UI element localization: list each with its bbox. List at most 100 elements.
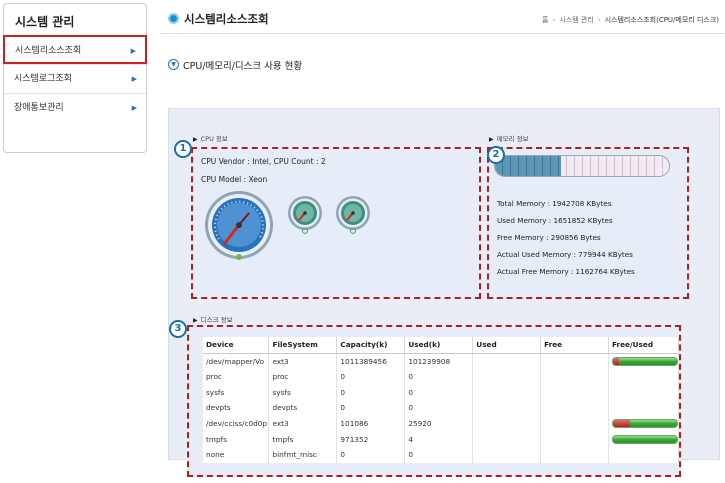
memory-actual-used-text: Actual Used Memory : 779944 KBytes <box>497 250 633 259</box>
disk-device-cell: tmpfs <box>203 431 270 448</box>
sidebar: 시스템 관리 시스템리소스조회 ▶ 시스템로그조회 ▶ 장애통보관리 ▶ <box>3 3 147 153</box>
disk-used-cell <box>472 400 542 416</box>
disk-filesystem-cell: proc <box>268 368 338 385</box>
disk-free-used-cell <box>608 353 680 369</box>
table-row: /dev/cciss/c0d0p ext3 101086 25920 <box>203 415 680 432</box>
disk-free-used-cell <box>608 431 680 448</box>
disk-used-cell <box>472 368 542 385</box>
free-used-bar <box>611 434 678 444</box>
disk-device-cell: sysfs <box>203 384 270 401</box>
column-header-device: Device <box>203 337 270 354</box>
disk-free-cell <box>540 384 609 401</box>
memory-usage-bar <box>494 155 670 177</box>
free-used-bar-used <box>612 420 630 428</box>
disk-used-k-cell: 0 <box>404 368 474 385</box>
disk-free-cell <box>540 431 609 448</box>
memory-badge: 2 <box>487 146 505 164</box>
disk-free-used-cell <box>608 368 680 385</box>
column-header-free-used: Free/Used <box>608 337 680 354</box>
free-used-bar <box>611 419 678 429</box>
disk-free-cell <box>540 353 609 369</box>
disk-free-used-cell <box>608 447 680 463</box>
memory-free-text: Free Memory : 290856 Bytes <box>497 233 601 242</box>
disk-filesystem-cell: ext3 <box>268 415 338 432</box>
disk-device-cell: none <box>203 447 270 463</box>
section-title: CPU/메모리/디스크 사용 현황 <box>183 61 303 72</box>
free-used-bar <box>611 356 678 366</box>
disk-filesystem-cell: binfmt_misc <box>268 447 338 463</box>
free-used-bar-used <box>612 357 620 365</box>
memory-actual-free-text: Actual Free Memory : 1162764 KBytes <box>497 267 635 276</box>
disk-free-cell <box>540 400 609 416</box>
disk-used-k-cell: 0 <box>404 447 474 463</box>
disk-capacity-cell: 971352 <box>336 431 406 448</box>
disk-capacity-cell: 0 <box>336 447 406 463</box>
breadcrumb-current: 시스템리소스조회(CPU/메모리 디스크) <box>604 16 719 24</box>
memory-usage-fill <box>495 156 562 176</box>
breadcrumb-separator: › <box>552 16 556 24</box>
disk-capacity-cell: 101086 <box>336 415 406 432</box>
disk-filesystem-cell: devpts <box>268 400 338 416</box>
breadcrumb-home[interactable]: 홈 <box>542 16 548 24</box>
sidebar-item-resource[interactable]: 시스템리소스조회 ▶ <box>3 35 147 64</box>
column-header-used: Used <box>472 337 542 354</box>
disk-free-cell <box>540 447 609 463</box>
disk-free-cell <box>540 368 609 385</box>
column-header-free: Free <box>540 337 609 354</box>
disk-used-k-cell: 4 <box>404 431 474 448</box>
cpu-gauge-1 <box>288 196 322 234</box>
table-row: sysfs sysfs 0 0 <box>203 384 680 401</box>
sidebar-item-label: 시스템리소스조회 <box>15 46 82 56</box>
resource-panel: ▶ CPU 정보 CPU Vendor : Intel, CPU Count : … <box>168 108 720 477</box>
disk-capacity-cell: 0 <box>336 384 406 401</box>
disk-free-used-cell <box>608 400 680 416</box>
cpu-section-label: ▶ CPU 정보 <box>193 135 228 143</box>
page-title: 시스템리소스조회 <box>184 12 269 26</box>
title-bullet-icon <box>168 13 179 24</box>
disk-free-used-cell <box>608 415 680 432</box>
disk-used-k-cell: 25920 <box>404 415 474 432</box>
disk-used-k-cell: 0 <box>404 384 474 401</box>
disk-used-k-cell: 0 <box>404 400 474 416</box>
sidebar-item-label: 시스템로그조회 <box>14 74 72 84</box>
table-row: devpts devpts 0 0 <box>203 400 680 416</box>
column-header-used-k: Used(k) <box>404 337 474 354</box>
chevron-right-icon: ▶ <box>130 47 136 55</box>
sidebar-item-alert[interactable]: 장애통보관리 ▶ <box>4 93 146 122</box>
chevron-right-icon: ▶ <box>131 104 137 112</box>
disk-filesystem-cell: ext3 <box>268 353 338 369</box>
memory-used-text: Used Memory : 1651852 KBytes <box>497 216 613 225</box>
disk-used-cell <box>472 384 542 401</box>
disk-filesystem-cell: sysfs <box>268 384 338 401</box>
disk-free-cell <box>540 415 609 432</box>
cpu-info-box: CPU Vendor : Intel, CPU Count : 2 CPU Mo… <box>191 147 481 299</box>
table-row: proc proc 0 0 <box>203 368 680 385</box>
table-row: /dev/mapper/Vo ext3 1011389456 101239908 <box>203 353 680 369</box>
disk-section-label: ▶ 디스크 정보 <box>193 316 233 324</box>
disk-table: Device FileSystem Capacity(k) Used(k) Us… <box>203 337 680 463</box>
sidebar-item-label: 장애통보관리 <box>14 103 64 113</box>
disk-device-cell: devpts <box>203 400 270 416</box>
disk-filesystem-cell: tmpfs <box>268 431 338 448</box>
column-header-capacity: Capacity(k) <box>336 337 406 354</box>
cpu-badge: 1 <box>174 140 192 158</box>
disk-used-cell <box>472 447 542 463</box>
header-divider <box>160 33 725 34</box>
sidebar-title: 시스템 관리 <box>15 15 75 29</box>
disk-badge: 3 <box>169 320 187 338</box>
disk-used-k-cell: 101239908 <box>404 353 474 369</box>
disk-device-cell: proc <box>203 368 270 385</box>
chevron-right-icon: ▶ <box>131 75 137 83</box>
disk-table-header: Device FileSystem Capacity(k) Used(k) Us… <box>203 337 680 354</box>
disk-device-cell: /dev/mapper/Vo <box>203 353 270 369</box>
disk-used-cell <box>472 415 542 432</box>
disk-device-cell: /dev/cciss/c0d0p <box>203 415 270 432</box>
breadcrumb-system[interactable]: 시스템 관리 <box>559 16 593 24</box>
disk-used-cell <box>472 431 542 448</box>
disk-used-cell <box>472 353 542 369</box>
table-row: none binfmt_misc 0 0 <box>203 447 680 463</box>
cpu-gauge-2 <box>336 196 370 234</box>
sidebar-item-log[interactable]: 시스템로그조회 ▶ <box>4 64 146 93</box>
cpu-gauge-main <box>205 191 273 260</box>
memory-section-label: ▶ 메모리 정보 <box>489 135 529 143</box>
